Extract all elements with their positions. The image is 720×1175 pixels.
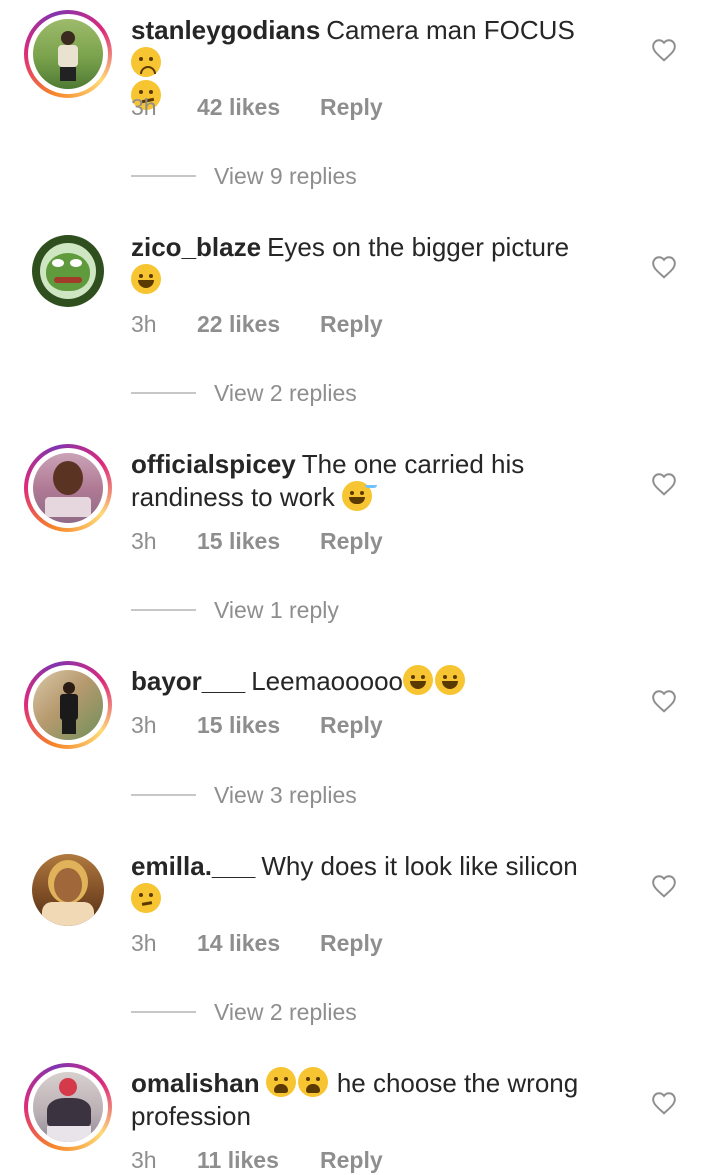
avatar-frame — [28, 448, 108, 528]
thinking-face-emoji-icon — [131, 883, 161, 913]
view-replies-label: View 3 replies — [214, 782, 357, 808]
view-replies-label: View 2 replies — [214, 999, 357, 1025]
avatar[interactable] — [24, 846, 112, 934]
reply-button[interactable]: Reply — [320, 309, 383, 339]
comment-likes[interactable]: 14 likes — [197, 928, 280, 958]
avatar-frame — [28, 1067, 108, 1147]
heart-outline-icon[interactable] — [651, 689, 677, 713]
avatar-image — [32, 854, 104, 926]
view-replies-button[interactable]: View 1 reply — [131, 595, 531, 625]
comment-text: emilla.___ Why does it look like silicon — [131, 850, 611, 916]
replies-divider — [131, 175, 196, 177]
weary-face-emoji-icon — [265, 1067, 296, 1097]
avatar-frame — [28, 14, 108, 94]
avatar-image — [33, 1072, 103, 1142]
avatar[interactable] — [24, 444, 112, 532]
comment-username[interactable]: officialspicey — [131, 449, 296, 479]
replies-divider — [131, 392, 196, 394]
heart-outline-icon[interactable] — [651, 255, 677, 279]
reply-button[interactable]: Reply — [320, 92, 383, 122]
comment-text: omalishan he choose the wrong profession — [131, 1067, 611, 1133]
frowning-face-emoji-icon — [131, 47, 161, 77]
laughing-tears-emoji-icon — [403, 665, 433, 695]
comment-username[interactable]: omalishan — [131, 1068, 260, 1098]
comment-likes[interactable]: 15 likes — [197, 710, 280, 740]
comment-body: Camera man FOCUS — [326, 15, 575, 45]
comment-username[interactable]: emilla.___ — [131, 851, 255, 881]
comment-body: Why does it look like silicon — [261, 851, 578, 881]
avatar-frame — [32, 854, 104, 926]
comment-likes[interactable]: 11 likes — [197, 1145, 279, 1175]
heart-outline-icon[interactable] — [651, 1091, 677, 1115]
grinning-sweat-emoji-icon — [342, 481, 372, 511]
comment-username[interactable]: stanleygodians — [131, 15, 320, 45]
avatar-frame — [28, 665, 108, 745]
replies-divider — [131, 794, 196, 796]
comment-body: Leemaooooo — [251, 666, 403, 696]
laughing-tears-emoji-icon — [435, 665, 465, 695]
heart-outline-icon[interactable] — [651, 472, 677, 496]
avatar[interactable] — [24, 661, 112, 749]
avatar[interactable] — [24, 10, 112, 98]
laughing-tears-emoji-icon — [131, 264, 161, 294]
comment-time: 3h — [131, 311, 157, 337]
reply-button[interactable]: Reply — [320, 710, 383, 740]
weary-face-emoji-icon — [297, 1067, 328, 1097]
avatar-image — [33, 19, 103, 89]
replies-divider — [131, 609, 196, 611]
replies-divider — [131, 1011, 196, 1013]
avatar-frame — [32, 235, 104, 307]
comment-time: 3h — [131, 712, 157, 738]
comment-text: officialspicey The one carried his randin… — [131, 448, 611, 514]
avatar[interactable] — [24, 227, 112, 315]
view-replies-button[interactable]: View 2 replies — [131, 378, 531, 408]
comment-time: 3h — [131, 528, 157, 554]
comment-likes[interactable]: 15 likes — [197, 526, 280, 556]
avatar-image — [33, 670, 103, 740]
heart-outline-icon[interactable] — [651, 38, 677, 62]
avatar-image — [32, 235, 104, 307]
avatar-image — [33, 453, 103, 523]
avatar[interactable] — [24, 1063, 112, 1151]
comment-time: 3h — [131, 1147, 157, 1173]
comment-likes[interactable]: 22 likes — [197, 309, 280, 339]
reply-button[interactable]: Reply — [320, 526, 383, 556]
reply-button[interactable]: Reply — [320, 1145, 383, 1175]
reply-button[interactable]: Reply — [320, 928, 383, 958]
view-replies-label: View 1 reply — [214, 597, 339, 623]
comment-username[interactable]: bayor___ — [131, 666, 245, 696]
comment-text: zico_blaze Eyes on the bigger picture — [131, 231, 611, 297]
view-replies-label: View 9 replies — [214, 163, 357, 189]
comment-time: 3h — [131, 94, 157, 120]
comment-username[interactable]: zico_blaze — [131, 232, 261, 262]
comment-text: bayor___ Leemaooooo — [131, 665, 611, 698]
view-replies-button[interactable]: View 9 replies — [131, 161, 531, 191]
heart-outline-icon[interactable] — [651, 874, 677, 898]
comment-body: Eyes on the bigger picture — [267, 232, 570, 262]
comment-likes[interactable]: 42 likes — [197, 92, 280, 122]
comment-time: 3h — [131, 930, 157, 956]
view-replies-button[interactable]: View 3 replies — [131, 780, 531, 810]
view-replies-label: View 2 replies — [214, 380, 357, 406]
view-replies-button[interactable]: View 2 replies — [131, 997, 531, 1027]
